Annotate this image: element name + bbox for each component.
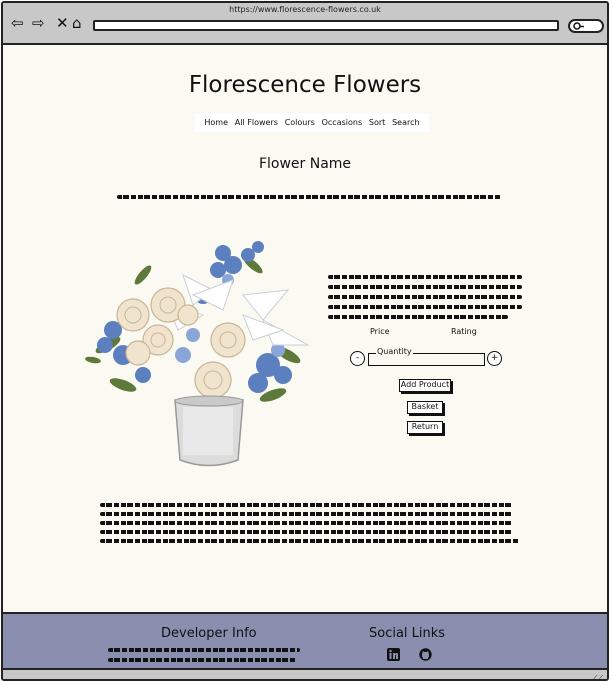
address-bar[interactable]: [93, 20, 559, 31]
browser-status-bar: [3, 670, 607, 679]
placeholder-text-line: [100, 539, 520, 543]
rating-label: Rating: [451, 327, 477, 336]
nav-item-sort[interactable]: Sort: [369, 118, 385, 127]
placeholder-text-line: [328, 305, 522, 309]
placeholder-text-line: [100, 512, 512, 516]
home-icon[interactable]: ⌂: [72, 15, 82, 31]
quantity-increase-button[interactable]: +: [487, 351, 502, 366]
main-nav: Home All Flowers Colours Occasions Sort …: [195, 113, 429, 132]
nav-item-colours[interactable]: Colours: [285, 118, 315, 127]
nav-item-home[interactable]: Home: [204, 118, 228, 127]
quantity-label: Quantity: [376, 347, 413, 356]
placeholder-text-line: [328, 275, 522, 279]
github-icon[interactable]: [419, 648, 432, 661]
arrow-left-icon[interactable]: ⇦: [11, 15, 24, 31]
placeholder-text-line: [328, 285, 522, 289]
product-name: Flower Name: [258, 156, 352, 172]
quantity-decrease-button[interactable]: -: [350, 351, 365, 366]
placeholder-text-line: [108, 658, 296, 662]
basket-button[interactable]: Basket: [407, 401, 443, 414]
close-icon[interactable]: ✕: [56, 15, 69, 31]
social-links-heading: Social Links: [369, 626, 446, 641]
browser-window: https://www.florescence-flowers.co.uk ⇦ …: [1, 1, 609, 681]
browser-search-box[interactable]: [568, 19, 604, 33]
site-footer: Developer Info Social Links: [3, 612, 607, 670]
site-title: Florescence Flowers: [188, 72, 422, 98]
placeholder-text-line: [100, 530, 512, 534]
price-label: Price: [370, 327, 390, 336]
flower-bouquet-image: [85, 241, 310, 467]
resize-grip-icon[interactable]: ⟋⟋: [592, 674, 603, 679]
browser-toolbar: https://www.florescence-flowers.co.uk ⇦ …: [3, 3, 607, 45]
nav-item-all-flowers[interactable]: All Flowers: [235, 118, 278, 127]
window-url-caption: https://www.florescence-flowers.co.uk: [229, 5, 381, 14]
placeholder-text-line: [328, 295, 522, 299]
placeholder-text-line: [117, 195, 501, 199]
return-button[interactable]: Return: [407, 421, 443, 434]
arrow-right-icon[interactable]: ⇨: [32, 15, 45, 31]
nav-item-search[interactable]: Search: [392, 118, 419, 127]
placeholder-text-line: [108, 648, 300, 652]
developer-info-heading: Developer Info: [161, 626, 257, 641]
placeholder-text-line: [100, 503, 512, 507]
placeholder-text-line: [328, 315, 508, 319]
nav-item-occasions[interactable]: Occasions: [322, 118, 363, 127]
search-icon: [573, 22, 584, 30]
placeholder-text-line: [100, 521, 512, 525]
add-product-button[interactable]: Add Product: [399, 379, 451, 392]
linkedin-icon[interactable]: [387, 648, 400, 661]
